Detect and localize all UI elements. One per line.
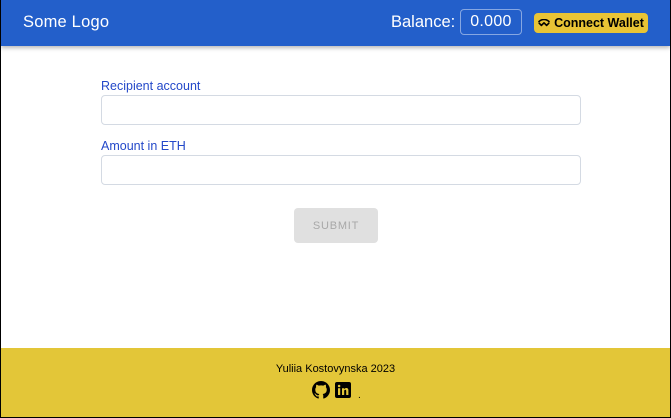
amount-input[interactable] [101, 155, 581, 185]
connect-wallet-label: Connect Wallet [554, 16, 644, 30]
balance-value: 0.000 [460, 9, 522, 35]
amount-label: Amount in ETH [101, 139, 186, 153]
trailing-dot: . [358, 389, 361, 401]
linkedin-link[interactable] [335, 382, 351, 398]
recipient-label: Recipient account [101, 79, 201, 93]
connect-wallet-button[interactable]: Connect Wallet [534, 13, 648, 33]
copyright-text: Yuliia Kostovynska 2023 [275, 363, 396, 375]
balance-label: Balance: [391, 13, 456, 31]
footer: Yuliia Kostovynska 2023 . [1, 348, 670, 417]
logo[interactable]: Some Logo [23, 13, 109, 32]
linkedin-icon [335, 382, 351, 402]
app-window: Some Logo Balance: 0.000 Connect Wallet … [1, 0, 670, 417]
github-icon [312, 381, 330, 403]
walletconnect-icon [538, 19, 550, 27]
social-links: . [312, 381, 361, 401]
recipient-input[interactable] [101, 95, 581, 125]
top-bar: Some Logo Balance: 0.000 Connect Wallet [1, 0, 670, 46]
submit-button[interactable]: SUBMIT [294, 208, 378, 243]
github-link[interactable] [312, 381, 330, 399]
